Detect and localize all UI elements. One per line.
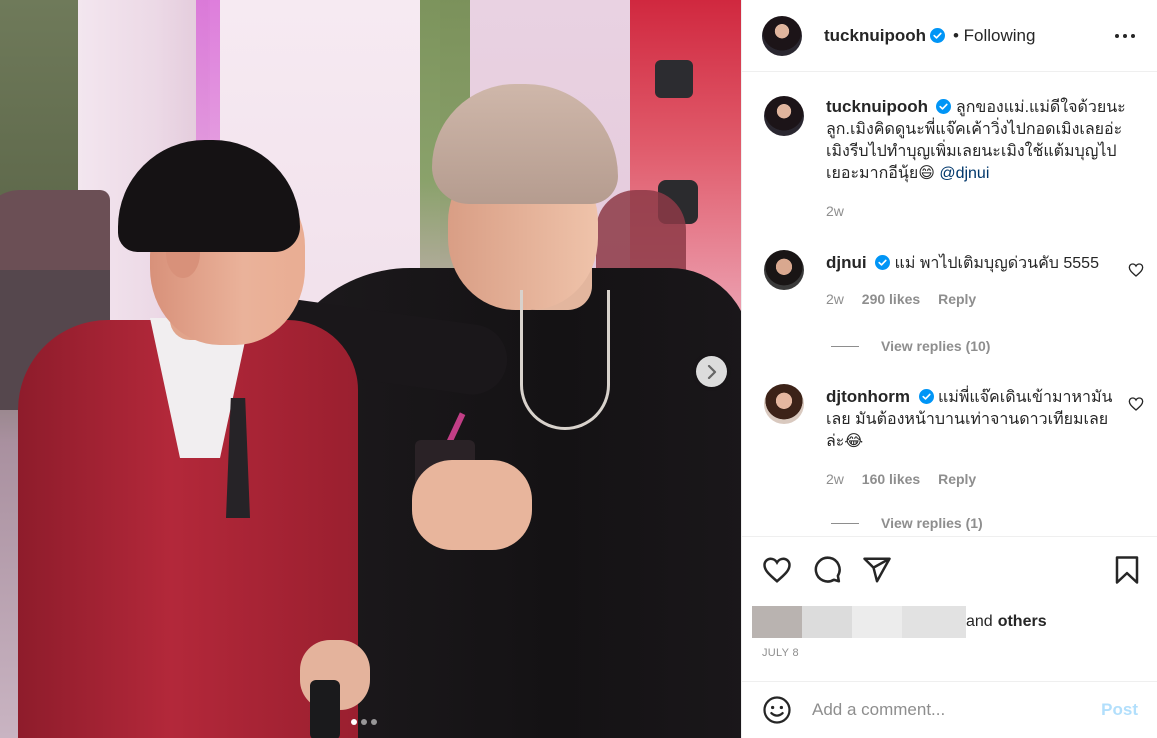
comment-likes[interactable]: 290 likes [862, 291, 920, 307]
comment-time: 2w [826, 291, 844, 307]
add-comment-bar: Post [742, 681, 1157, 738]
liker-avatar [752, 606, 802, 638]
verified-badge-icon [875, 255, 891, 270]
caption-time: 2w [826, 203, 844, 219]
comment-text: แม่ พาไปเติมบุญด่วนคับ 5555 [894, 255, 1099, 272]
post-media[interactable] [0, 0, 741, 738]
view-replies-label: View replies (10) [881, 338, 991, 354]
liker-avatar [902, 606, 966, 638]
author-avatar[interactable] [764, 96, 804, 136]
person-right-necklace [520, 290, 610, 430]
view-replies-button[interactable]: View replies (1) [831, 515, 983, 531]
emoji-icon[interactable] [762, 695, 792, 725]
comment-icon[interactable] [812, 555, 842, 585]
follow-status[interactable]: • Following [953, 26, 1036, 46]
verified-badge-icon [918, 389, 934, 404]
author-username[interactable]: tucknuipooh [824, 26, 926, 46]
divider [831, 345, 859, 347]
carousel-dot [361, 719, 367, 725]
bookmark-icon[interactable] [1112, 555, 1142, 585]
more-options-icon[interactable] [1114, 26, 1136, 46]
heart-icon[interactable] [1128, 396, 1144, 412]
background-lamp [655, 60, 693, 98]
heart-icon[interactable] [1128, 262, 1144, 278]
author-avatar[interactable] [762, 15, 802, 56]
comment-likes[interactable]: 160 likes [862, 471, 920, 487]
phone [310, 680, 340, 738]
comment-input[interactable] [812, 700, 1082, 720]
caption-mention[interactable]: @djnui [939, 165, 989, 182]
likes-others[interactable]: others [998, 613, 1047, 631]
liker-avatar [852, 606, 902, 638]
action-bar [742, 536, 1157, 604]
next-slide-button[interactable] [696, 356, 727, 387]
caption-username[interactable]: tucknuipooh [826, 97, 928, 116]
commenter-avatar[interactable] [764, 384, 804, 424]
carousel-dot [371, 719, 377, 725]
comments-list[interactable]: tucknuipooh ลูกของแม่.แม่ดีใจด้วยนะลูก.เ… [742, 73, 1157, 535]
carousel-dot [351, 719, 357, 725]
post-header: tucknuipooh • Following [742, 0, 1157, 72]
likes-prefix: and [966, 613, 993, 630]
reply-button[interactable]: Reply [938, 471, 976, 487]
post-side-panel: tucknuipooh • Following tucknuipooh ลูกข… [741, 0, 1157, 738]
comment-time: 2w [826, 471, 844, 487]
commenter-avatar[interactable] [764, 250, 804, 290]
liked-by[interactable]: and others [752, 606, 1047, 638]
heart-icon[interactable] [762, 555, 792, 585]
commenter-username[interactable]: djtonhorm [826, 387, 910, 406]
comment-item: djnui แม่ พาไปเติมบุญด่วนคับ 5555 2w 290… [764, 250, 1144, 307]
reply-button[interactable]: Reply [938, 291, 976, 307]
share-icon[interactable] [862, 555, 892, 585]
verified-badge-icon [929, 28, 945, 43]
post-button[interactable]: Post [1101, 700, 1138, 720]
divider [831, 522, 859, 524]
view-replies-label: View replies (1) [881, 515, 983, 531]
view-replies-button[interactable]: View replies (10) [831, 338, 990, 354]
caption: tucknuipooh ลูกของแม่.แม่ดีใจด้วยนะลูก.เ… [764, 96, 1144, 219]
commenter-username[interactable]: djnui [826, 253, 867, 272]
background-cart [0, 190, 110, 280]
chevron-right-icon [707, 364, 716, 379]
verified-badge-icon [936, 99, 952, 114]
comment-item: djtonhorm แม่พี่แจ๊คเดินเข้ามาหามันเลย ม… [764, 384, 1144, 487]
post-date: JULY 8 [762, 647, 799, 659]
person-right-hand [412, 460, 532, 550]
carousel-indicator [351, 719, 377, 725]
liker-avatar [802, 606, 852, 638]
